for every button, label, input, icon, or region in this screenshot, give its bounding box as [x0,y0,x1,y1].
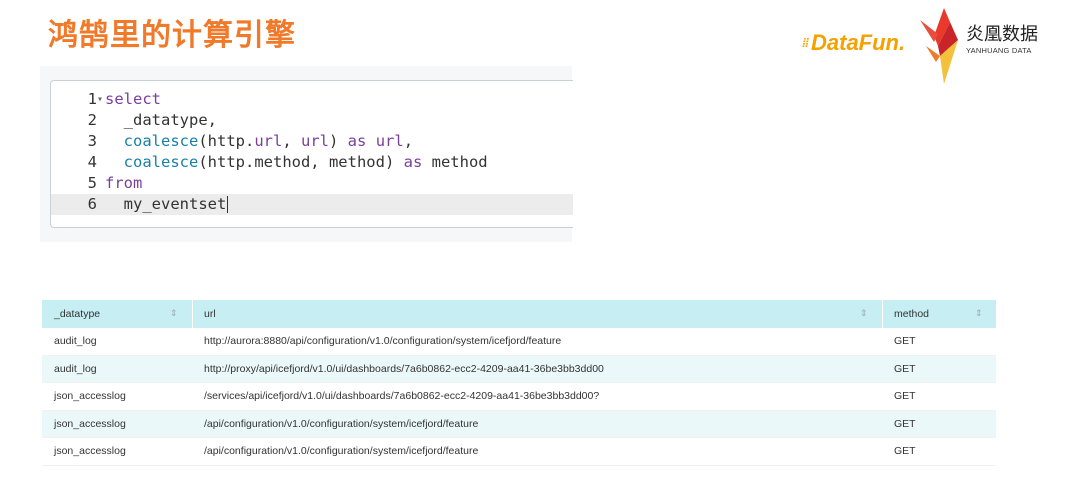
line-number: 1 [87,90,97,108]
line-number: 4 [87,153,97,171]
datafun-logo: ⁞⁞ DataFun. [802,30,905,56]
sort-icon[interactable]: ⇕ [975,309,983,318]
code-token: (http.method, method) [198,153,404,171]
cell-url: /api/configuration/v1.0/configuration/sy… [204,445,479,458]
cell-url: http://proxy/api/icefjord/v1.0/ui/dashbo… [204,362,604,375]
code-token: my_eventset [105,195,227,213]
line-number: 2 [87,111,97,129]
line-number: 3 [87,132,97,150]
cell-datatype: audit_log [54,362,97,375]
cell-url: http://aurora:8880/api/configuration/v1.… [204,335,562,348]
table-row[interactable]: json_accesslog/services/api/icefjord/v1.… [42,383,996,411]
code-text: coalesce(http.method, method) as method [105,152,488,173]
table-row[interactable]: json_accesslog/api/configuration/v1.0/co… [42,410,996,438]
code-text: coalesce(http.url, url) as url, [105,131,413,152]
sort-icon[interactable]: ⇕ [170,309,178,318]
page-title: 鸿鹄里的计算引擎 [48,18,296,53]
code-token: as [403,153,423,171]
code-text: my_eventset [105,194,229,215]
yanhuang-logo-en: YANHUANG DATA [966,46,1032,55]
cell-datatype: json_accesslog [54,445,126,458]
code-text: from [105,173,142,194]
yanhuang-mark-icon [920,8,958,84]
code-line[interactable]: 6 my_eventset [51,194,573,215]
code-token: ) [329,132,348,150]
table-body: audit_log http://aurora:8880/api/configur… [42,328,996,466]
code-token: select [105,90,161,108]
code-line[interactable]: 4 coalesce(http.method, method) as metho… [51,152,573,173]
code-token: , [282,132,301,150]
cell-url: /services/api/icefjord/v1.0/ui/dashboard… [204,390,600,403]
cell-datatype: audit_log [54,335,97,348]
code-token: (http. [198,132,255,150]
code-line[interactable]: 2 _datatype, [51,110,573,131]
column-header-url[interactable]: url [204,300,904,328]
sort-icon[interactable]: ⇕ [860,309,868,318]
column-divider [882,300,883,328]
code-text: select [105,89,161,110]
code-token: url [254,132,283,150]
code-line[interactable]: 1 ▾ select [51,89,573,110]
table-row[interactable]: audit_log http://aurora:8880/api/configur… [42,328,996,356]
code-token: _datatype, [105,111,217,129]
cell-url: /api/configuration/v1.0/configuration/sy… [204,417,479,430]
code-token: as [347,132,367,150]
column-header-method[interactable]: method [894,300,974,328]
cell-method: GET [894,335,916,348]
code-line[interactable]: 5 from [51,173,573,194]
code-token: method [422,153,488,171]
cell-datatype: json_accesslog [54,417,126,430]
code-token: from [105,174,143,192]
datafun-logo-text: DataFun. [811,30,906,55]
code-token: , [403,132,414,150]
cell-method: GET [894,417,916,430]
yanhuang-logo: 炎凰数据 YANHUANG DATA [914,6,1054,86]
column-divider [192,300,193,328]
cell-datatype: json_accesslog [54,390,126,403]
cell-method: GET [894,445,916,458]
yanhuang-logo-cn: 炎凰数据 [966,24,1038,45]
code-line[interactable]: 3 coalesce(http.url, url) as url, [51,131,573,152]
code-token: url [301,132,329,150]
code-text: _datatype, [105,110,217,131]
cell-method: GET [894,390,916,403]
table-header: _datatype ⇕ url ⇕ method ⇕ [42,300,996,328]
line-number: 6 [87,195,97,213]
sql-code-editor[interactable]: 1 ▾ select 2 _datatype, 3 coalesce(http.url,… [50,80,573,228]
cell-method: GET [894,362,916,375]
code-token: coalesce [123,153,199,171]
code-token: url [375,132,404,150]
datafun-dots-icon: ⁞⁞ [802,36,809,50]
line-number: 5 [87,174,97,192]
code-token: coalesce [123,132,199,150]
text-cursor [227,196,229,213]
result-table: _datatype ⇕ url ⇕ method ⇕ audit_loghttp… [42,300,996,466]
table-row[interactable]: audit_log http://proxy/api/icefjord/v1.0/… [42,355,996,383]
table-row[interactable]: json_accesslog/api/configuration/v1.0/co… [42,438,996,466]
